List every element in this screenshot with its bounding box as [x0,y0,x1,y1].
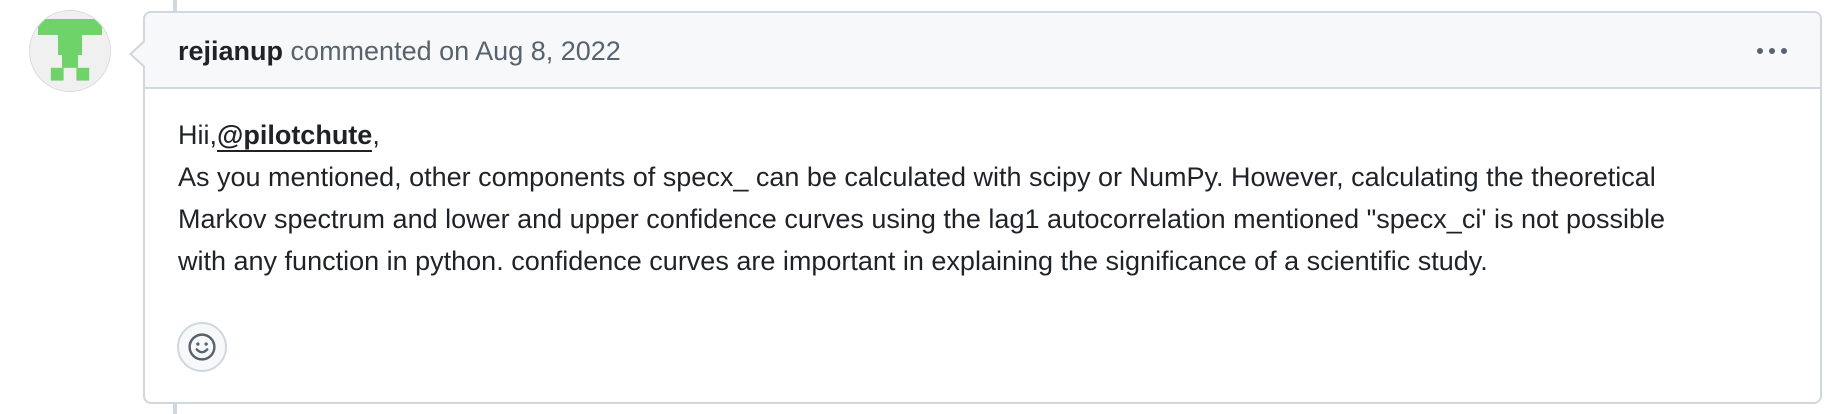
greeting: Hii, [178,120,217,150]
add-reaction-button[interactable] [177,322,227,372]
comment-action: commented on [290,36,470,66]
smiley-icon [188,333,216,361]
greeting-line: Hii,@pilotchute, [178,114,1798,156]
body-line-3: with any function in python. confidence … [178,246,1488,276]
greeting-suffix: , [372,120,380,150]
comment-header: rejianup commented on Aug 8, 2022 [132,13,1820,89]
comment-timestamp[interactable]: Aug 8, 2022 [475,36,621,66]
comment-pointer-fill [132,41,146,67]
kebab-horizontal-icon [1757,48,1787,54]
user-mention-link[interactable]: @pilotchute [217,120,373,152]
identicon-avatar-icon [30,11,110,91]
comment-body: Hii,@pilotchute, As you mentioned, other… [178,114,1798,282]
user-avatar[interactable] [29,10,111,92]
comment-box: rejianup commented on Aug 8, 2022 Hii,@p… [129,11,1822,404]
comment-header-text: rejianup commented on Aug 8, 2022 [178,34,621,68]
body-line-1: As you mentioned, other components of sp… [178,162,1656,192]
more-actions-button[interactable] [1752,39,1792,63]
body-line-2: Markov spectrum and lower and upper conf… [178,204,1666,234]
author-link[interactable]: rejianup [178,36,283,66]
